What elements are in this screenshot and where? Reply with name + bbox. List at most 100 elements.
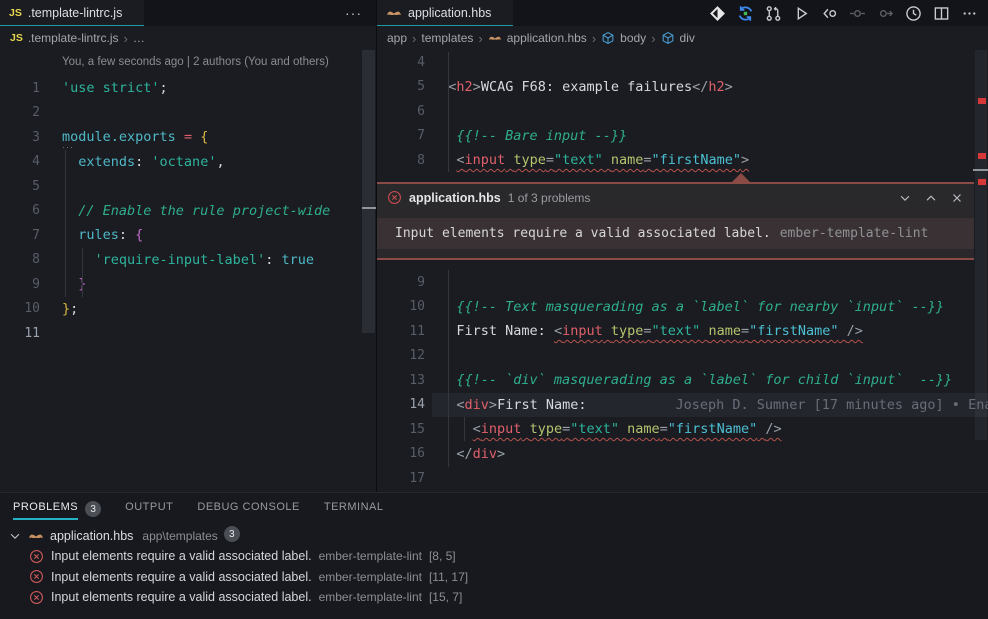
scrollbar-vertical[interactable] <box>975 50 987 440</box>
line-number[interactable]: 11 <box>377 324 425 339</box>
code-line-9[interactable]: 9 <box>377 270 988 295</box>
line-number[interactable]: 2 <box>0 105 40 120</box>
code-line-3[interactable]: 3module.exports = { <box>0 125 376 150</box>
problem-row[interactable]: Input elements require a valid associate… <box>0 546 988 567</box>
git-pull-request-icon[interactable] <box>765 5 782 22</box>
breadcrumb-div[interactable]: div <box>680 31 695 45</box>
line-number[interactable]: 6 <box>377 104 425 119</box>
code-line-16[interactable]: 16 </div> <box>377 442 988 467</box>
line-number[interactable]: 6 <box>0 203 40 218</box>
tab-actions-more-icon[interactable]: ··· <box>331 5 376 21</box>
code-line-4[interactable]: 4 extends: 'octane', <box>0 150 376 175</box>
code-line-10[interactable]: 10}; <box>0 297 376 322</box>
problems-file-group[interactable]: application.hbs app\templates 3 <box>0 525 988 546</box>
code-line-10[interactable]: 10 {{!-- Text masquerading as a `label` … <box>377 295 988 320</box>
code-line-11[interactable]: 11 <box>0 321 376 346</box>
editor-right[interactable]: 4 5 <h2>WCAG F68: example failures</h2> 6 7… <box>377 50 988 492</box>
code-line-14[interactable]: 14 <div>First Name:Joseph D. Sumner [17 … <box>377 393 988 418</box>
line-number[interactable]: 16 <box>377 446 425 461</box>
problem-position: [8, 5] <box>429 549 456 563</box>
code-line-2[interactable]: 2 <box>0 101 376 126</box>
problem-row[interactable]: Input elements require a valid associate… <box>0 587 988 608</box>
line-number[interactable]: 7 <box>0 228 40 243</box>
line-number[interactable]: 14 <box>377 397 425 412</box>
code-line-6[interactable]: 6 // Enable the rule project-wide <box>0 199 376 224</box>
code-line-6[interactable]: 6 <box>377 99 988 124</box>
line-number[interactable]: 9 <box>377 275 425 290</box>
run-icon[interactable] <box>793 5 810 22</box>
code-line-7[interactable]: 7 {{!-- Bare input --}} <box>377 124 988 149</box>
code-line-1[interactable]: 1'use strict'; <box>0 76 376 101</box>
line-number[interactable]: 10 <box>377 299 425 314</box>
code-line-4[interactable]: 4 <box>377 50 988 75</box>
symbol-cube-icon <box>661 31 675 45</box>
code-line-12[interactable]: 12 <box>377 344 988 369</box>
line-number[interactable]: 11 <box>0 326 40 341</box>
peek-problem-row[interactable]: Input elements require a valid associate… <box>377 218 974 249</box>
breadcrumb-app[interactable]: app <box>387 31 407 45</box>
history-icon[interactable] <box>905 5 922 22</box>
line-number[interactable]: 8 <box>0 252 40 267</box>
tab-output[interactable]: OUTPUT <box>125 501 173 520</box>
code-line-17[interactable]: 17 <box>377 466 988 491</box>
code-line-8[interactable]: 8 'require-input-label': true <box>0 248 376 273</box>
peek-problem-message: Input elements require a valid associate… <box>395 226 771 241</box>
problem-row[interactable]: Input elements require a valid associate… <box>0 567 988 588</box>
problem-source: ember-template-lint <box>319 549 422 563</box>
code-line-5[interactable]: 5 <box>0 174 376 199</box>
code-line-11[interactable]: 11 First Name: <input type="text" name="… <box>377 319 988 344</box>
code-line-13[interactable]: 13 {{!-- `div` masquerading as a `label`… <box>377 368 988 393</box>
breadcrumb-body[interactable]: body <box>620 31 646 45</box>
chevron-right-icon: › <box>412 31 416 46</box>
line-number[interactable]: 8 <box>377 153 425 168</box>
scrollbar-vertical[interactable] <box>362 50 375 333</box>
chevron-down-icon[interactable] <box>898 191 912 205</box>
more-actions-icon[interactable] <box>961 5 978 22</box>
breadcrumb-file[interactable]: application.hbs <box>507 31 587 45</box>
ember-diamond-icon[interactable] <box>709 5 726 22</box>
line-number[interactable]: 15 <box>377 422 425 437</box>
chevron-up-icon[interactable] <box>924 191 938 205</box>
code-line-8[interactable]: 8 <input type="text" name="firstName"> <box>377 148 988 173</box>
line-number[interactable]: 9 <box>0 277 40 292</box>
sync-icon[interactable] <box>737 5 754 22</box>
split-editor-icon[interactable] <box>933 5 950 22</box>
line-number[interactable]: 13 <box>377 373 425 388</box>
editor-left[interactable]: You, a few seconds ago | 2 authors (You … <box>0 50 376 492</box>
peek-view-problems: application.hbs 1 of 3 problems <box>377 182 974 260</box>
breadcrumb-templates[interactable]: templates <box>421 31 473 45</box>
line-number[interactable]: 1 <box>0 81 40 96</box>
code-line-5[interactable]: 5 <h2>WCAG F68: example failures</h2> <box>377 75 988 100</box>
line-number[interactable]: 5 <box>377 79 425 94</box>
codelens-blame[interactable]: You, a few seconds ago | 2 authors (You … <box>62 56 329 68</box>
line-number[interactable]: 4 <box>0 154 40 169</box>
line-number[interactable]: 12 <box>377 348 425 363</box>
line-number[interactable]: 5 <box>0 179 40 194</box>
line-number[interactable]: 17 <box>377 471 425 486</box>
tab-template-lintrc[interactable]: JS .template-lintrc.js <box>0 0 144 26</box>
chevron-right-icon: › <box>592 31 596 46</box>
overview-cursor-line <box>973 169 988 171</box>
previous-change-icon[interactable] <box>849 5 866 22</box>
tabbar-right: application.hbs <box>377 0 988 26</box>
tab-problems[interactable]: PROBLEMS 3 <box>13 501 101 520</box>
line-number[interactable]: 7 <box>377 128 425 143</box>
close-icon[interactable] <box>950 191 964 205</box>
line-number[interactable]: 3 <box>0 130 40 145</box>
code-line-9[interactable]: 9 } <box>0 272 376 297</box>
chevron-right-icon: › <box>478 31 482 46</box>
tab-terminal[interactable]: TERMINAL <box>324 501 384 520</box>
open-changes-icon[interactable] <box>821 5 838 22</box>
breadcrumb-file[interactable]: .template-lintrc.js <box>28 31 119 45</box>
chevron-down-icon[interactable] <box>8 529 22 543</box>
line-number[interactable]: 10 <box>0 301 40 316</box>
error-icon <box>387 190 402 205</box>
next-change-icon[interactable] <box>877 5 894 22</box>
code-line-7[interactable]: 7 rules: { <box>0 223 376 248</box>
tab-debug-console[interactable]: DEBUG CONSOLE <box>197 501 299 520</box>
tab-application-hbs[interactable]: application.hbs <box>377 0 513 26</box>
code-line-15[interactable]: 15 <input type="text" name="firstName" /… <box>377 417 988 442</box>
line-number[interactable]: 4 <box>377 55 425 70</box>
problem-source: ember-template-lint <box>319 590 422 604</box>
breadcrumb-symbol[interactable]: … <box>133 31 146 45</box>
